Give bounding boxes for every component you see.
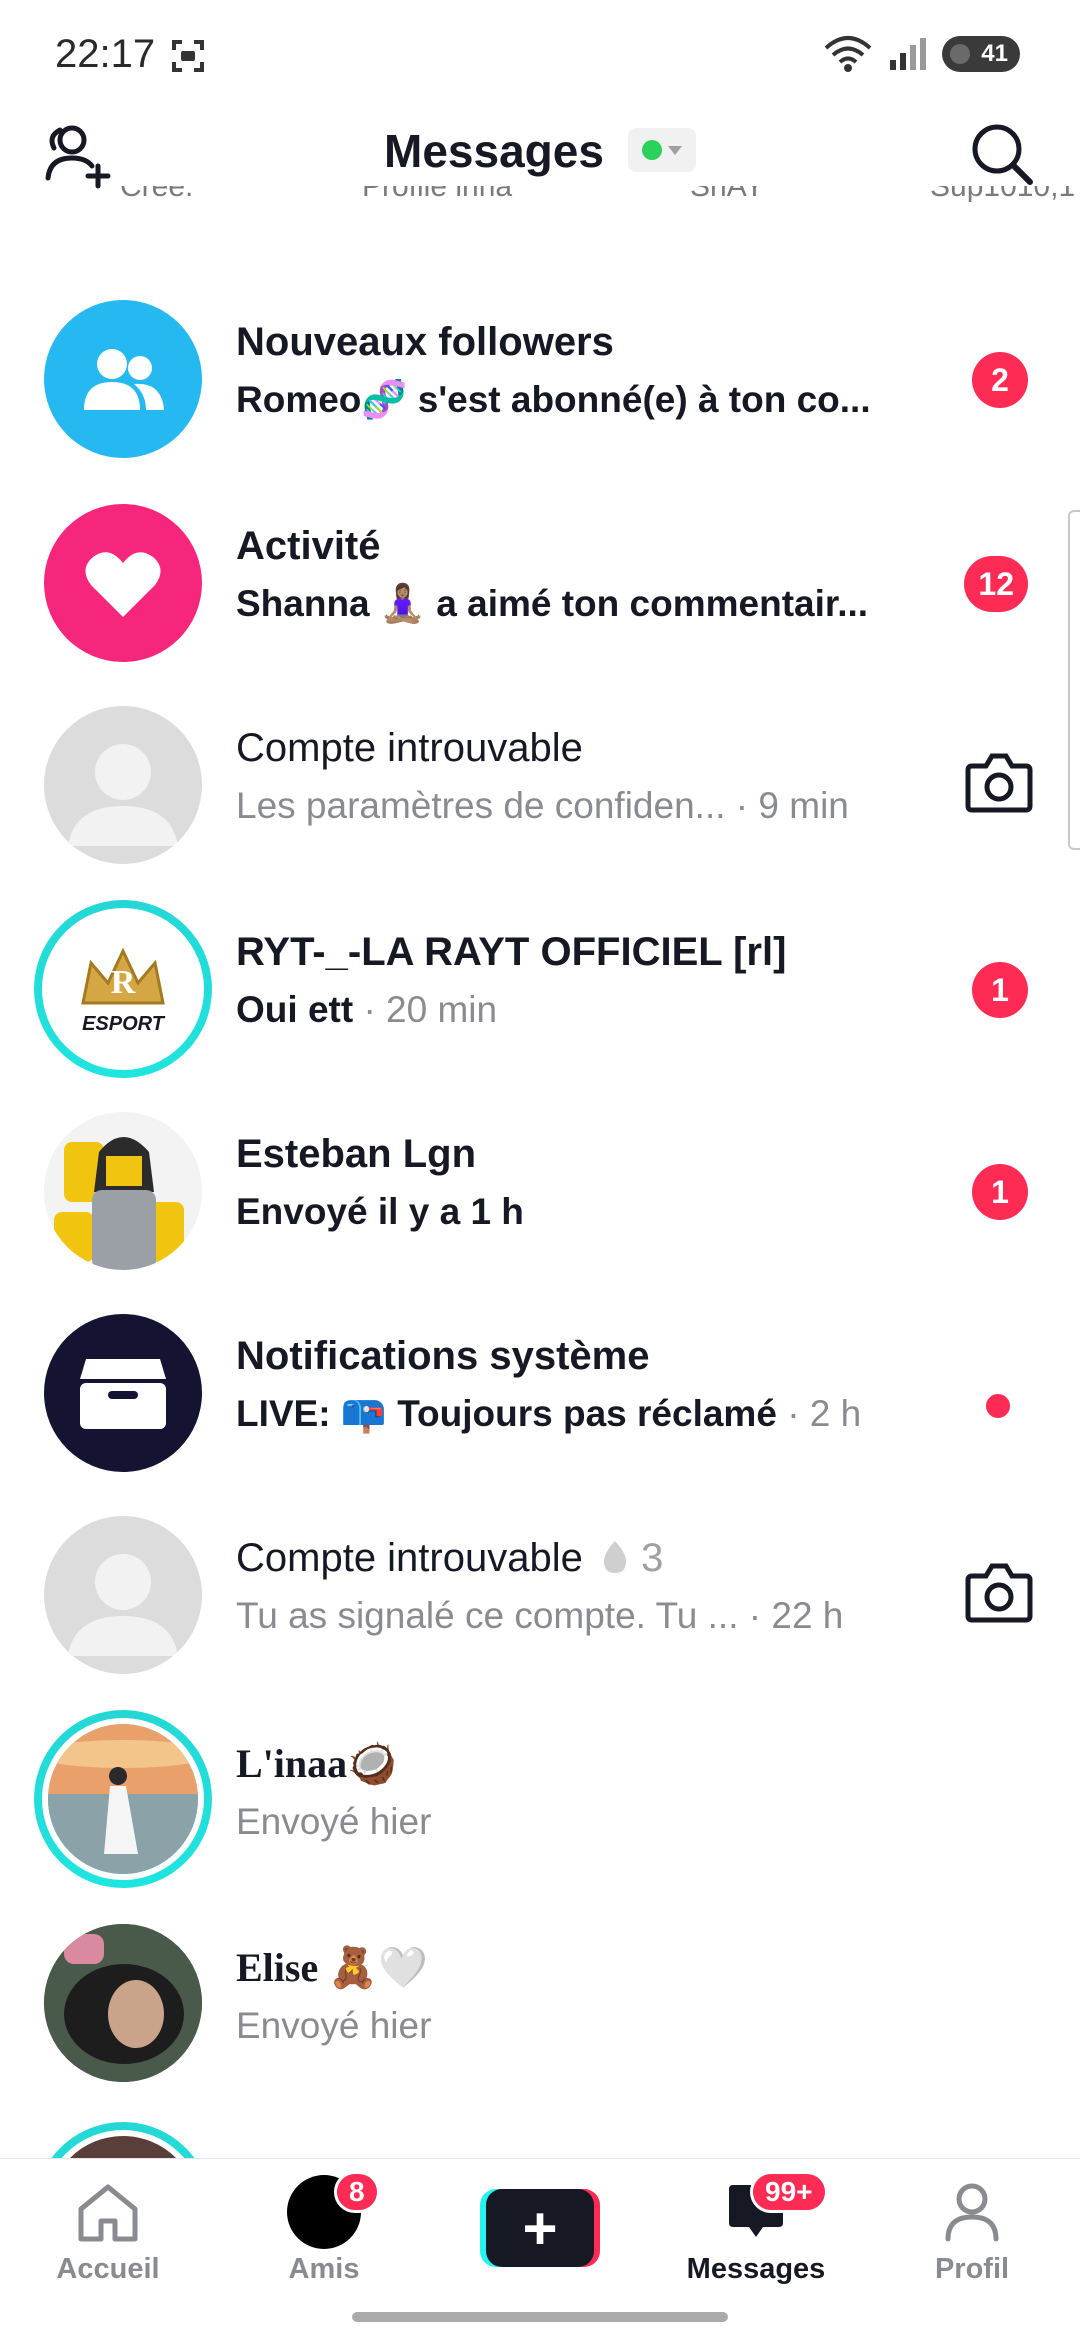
nav-home[interactable]: Accueil: [18, 2177, 198, 2286]
camera-icon[interactable]: [964, 1560, 1034, 1624]
story-label: Sup1010,1: [930, 186, 1076, 203]
conversation-title: Esteban Lgn: [236, 1132, 477, 1176]
camera-icon[interactable]: [964, 750, 1034, 814]
people-icon: [84, 349, 164, 410]
story-label: Crée.: [120, 186, 194, 203]
story-ring-avatar[interactable]: R ESPORT: [34, 900, 212, 1078]
unread-dot: [986, 1394, 1010, 1418]
conversation-title: Compte introuvable: [236, 726, 583, 770]
online-status-toggle[interactable]: [628, 128, 696, 172]
status-bar: 22:17 41: [0, 0, 1080, 110]
list-item-conversation[interactable]: Compte introuvable Les paramètres de con…: [0, 706, 1080, 886]
avatar-logo-text: ESPORT: [82, 1012, 164, 1035]
friends-badge: 8: [334, 2171, 380, 2213]
story-ring-avatar[interactable]: [34, 1710, 212, 1888]
list-item-conversation[interactable]: L'inaa🥥 Envoyé hier: [0, 1710, 1080, 1900]
conversation-preview: Envoyé il y a 1 h: [236, 1191, 524, 1232]
default-avatar: [44, 1516, 202, 1674]
online-dot: [642, 140, 662, 160]
list-item-conversation[interactable]: Elise 🧸🤍 Envoyé hier: [0, 1924, 1080, 2104]
conversation-title: Notifications système: [236, 1334, 650, 1378]
nav-profile-label: Profil: [934, 2253, 1010, 2285]
message-time: · 9 min: [735, 785, 849, 826]
unread-badge: 1: [972, 1164, 1028, 1220]
unread-badge: 12: [964, 556, 1028, 612]
heart-icon: [85, 552, 161, 617]
search-icon[interactable]: [966, 118, 1038, 190]
list-item-system-notifications[interactable]: Notifications système LIVE: 📪 Toujours p…: [0, 1314, 1080, 1494]
create-button[interactable]: +: [480, 2189, 600, 2267]
stories-row[interactable]: Crée. Profile inna SnAY Sup1010,1: [0, 186, 1080, 222]
activity-avatar: [44, 504, 202, 662]
plus-icon: +: [486, 2189, 594, 2267]
user-silhouette-icon: [68, 1554, 178, 1656]
message-time: · 2 h: [787, 1393, 862, 1434]
user-avatar[interactable]: [44, 1112, 202, 1270]
avatar-image: [44, 1924, 202, 2082]
system-avatar: [44, 1314, 202, 1472]
conversation-title: Elise 🧸🤍: [236, 1945, 428, 1990]
user-avatar[interactable]: [44, 1924, 202, 2082]
conversation-title: L'inaa🥥: [236, 1741, 397, 1786]
status-time: 22:17: [55, 32, 156, 76]
conversation-preview: Romeo🧬 s'est abonné(e) à ton co...: [236, 379, 871, 420]
avatar-image: [48, 1724, 198, 1874]
story-label: SnAY: [690, 186, 765, 203]
page-title: Messages: [384, 125, 604, 177]
inbox-icon: [80, 1359, 166, 1429]
conversation-preview: LIVE: 📪 Toujours pas réclamé: [236, 1393, 777, 1434]
conversation-preview: Tu as signalé ce compte. Tu ...: [236, 1595, 739, 1636]
avatar-image: [44, 1112, 202, 1270]
home-icon: [78, 2184, 138, 2242]
unread-badge: 2: [972, 352, 1028, 408]
add-friends-icon[interactable]: [42, 120, 118, 190]
nav-messages-label: Messages: [686, 2253, 826, 2285]
scrollbar[interactable]: [1068, 510, 1080, 850]
default-avatar: [44, 706, 202, 864]
list-item-new-followers[interactable]: Nouveaux followers Romeo🧬 s'est abonné(e…: [0, 300, 1080, 480]
conversation-title: RYT-_-LA RAYT OFFICIEL [rl]: [236, 930, 787, 974]
wifi-icon: [824, 36, 872, 72]
profile-icon: [945, 2183, 999, 2242]
nav-messages[interactable]: 99+ Messages: [666, 2171, 846, 2286]
message-time: · 22 h: [748, 1595, 844, 1636]
battery-indicator: 41: [942, 36, 1020, 72]
list-item-conversation[interactable]: R ESPORT RYT-_-LA RAYT OFFICIEL [rl] Oui…: [0, 900, 1080, 1090]
svg-text:R: R: [111, 964, 136, 1001]
list-item-conversation[interactable]: Esteban Lgn Envoyé il y a 1 h 1: [0, 1112, 1080, 1292]
nav-home-label: Accueil: [56, 2253, 160, 2285]
conversation-title: Activité: [236, 524, 381, 568]
battery-level: 41: [981, 40, 1008, 67]
list-item-partial[interactable]: [0, 2112, 1080, 2158]
unread-badge: 1: [972, 962, 1028, 1018]
screenshot-icon: [172, 40, 204, 72]
messages-badge: 99+: [750, 2171, 828, 2213]
flame-icon: [603, 1541, 626, 1573]
user-silhouette-icon: [68, 744, 178, 846]
signal-icon: [890, 38, 926, 70]
streak-count: 3: [641, 1536, 664, 1580]
nav-friends-label: Amis: [288, 2253, 360, 2285]
conversation-title: Compte introuvable: [236, 1536, 583, 1580]
chevron-down-icon: [668, 145, 682, 155]
story-label: Profile inna: [362, 186, 513, 203]
message-time: · 20 min: [363, 989, 498, 1030]
conversation-preview: Shanna 🧘🏽‍♀️ a aimé ton commentair...: [236, 583, 869, 624]
story-ring-avatar[interactable]: [34, 2122, 212, 2158]
followers-avatar: [44, 300, 202, 458]
list-item-conversation[interactable]: Compte introuvable 3 Tu as signalé ce co…: [0, 1516, 1080, 1696]
nav-profile[interactable]: Profil: [882, 2177, 1062, 2286]
conversation-preview: Envoyé hier: [236, 1801, 432, 1842]
conversation-preview: Envoyé hier: [236, 2005, 432, 2046]
conversation-title: Nouveaux followers: [236, 320, 614, 364]
conversation-preview: Les paramètres de confiden...: [236, 785, 726, 826]
home-indicator[interactable]: [352, 2312, 728, 2322]
nav-friends[interactable]: 8 Amis: [234, 2171, 414, 2286]
crown-logo-icon: R: [81, 946, 165, 1004]
conversation-preview: Oui ett: [236, 989, 354, 1030]
list-item-activity[interactable]: Activité Shanna 🧘🏽‍♀️ a aimé ton comment…: [0, 504, 1080, 684]
